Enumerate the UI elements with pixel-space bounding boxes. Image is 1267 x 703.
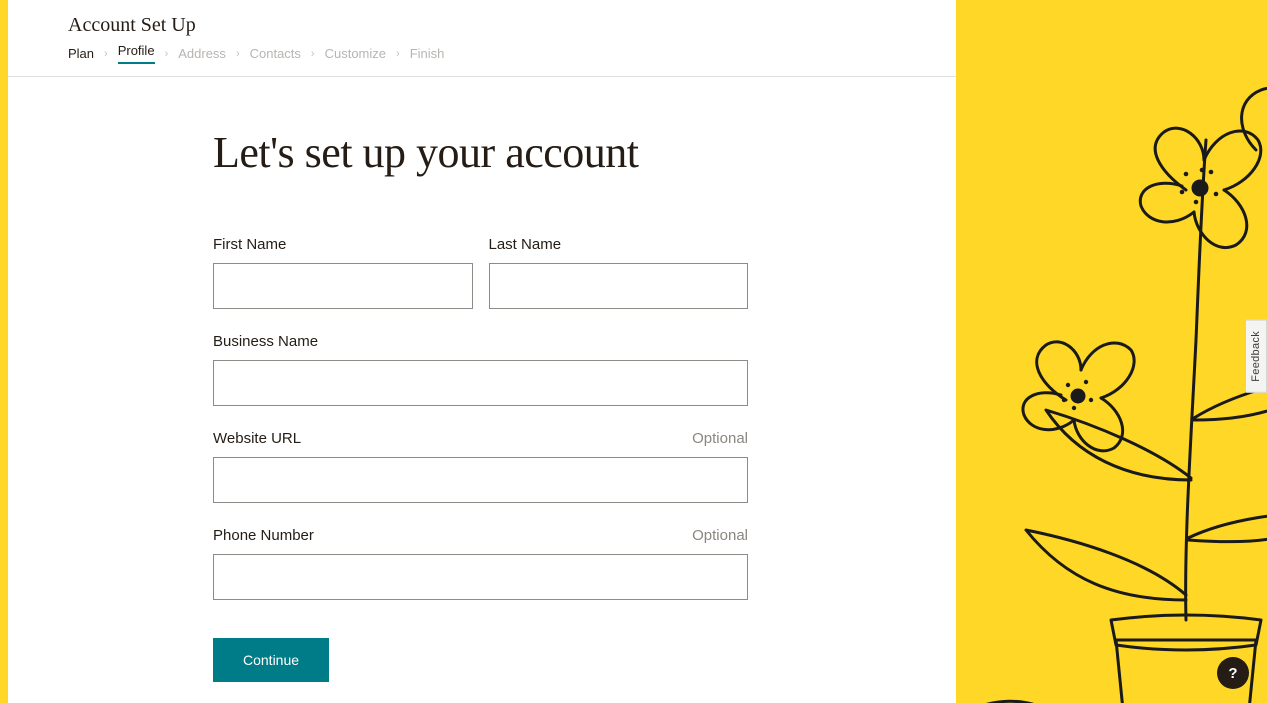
feedback-tab[interactable]: Feedback (1246, 320, 1267, 393)
business-name-label: Business Name (213, 333, 318, 350)
header: Account Set Up Plan › Profile › Address … (8, 0, 956, 77)
chevron-right-icon: › (396, 48, 400, 60)
illustration-panel (956, 0, 1267, 703)
breadcrumb-step-customize: Customize (325, 46, 386, 61)
content: Let's set up your account First Name Las… (8, 77, 768, 682)
continue-button[interactable]: Continue (213, 638, 329, 682)
chevron-right-icon: › (236, 48, 240, 60)
main-panel: Account Set Up Plan › Profile › Address … (8, 0, 956, 703)
first-name-label: First Name (213, 236, 286, 253)
phone-number-label: Phone Number (213, 527, 314, 544)
breadcrumb-step-plan[interactable]: Plan (68, 46, 94, 61)
phone-number-input[interactable] (213, 554, 748, 600)
chevron-right-icon: › (311, 48, 315, 60)
last-name-label: Last Name (489, 236, 562, 253)
chevron-right-icon: › (104, 48, 108, 60)
first-name-input[interactable] (213, 263, 473, 309)
breadcrumb-step-finish: Finish (410, 46, 445, 61)
help-button[interactable]: ? (1217, 657, 1249, 689)
website-url-optional: Optional (692, 430, 748, 447)
chevron-right-icon: › (165, 48, 169, 60)
header-title: Account Set Up (68, 14, 956, 37)
breadcrumb: Plan › Profile › Address › Contacts › Cu… (68, 43, 956, 64)
breadcrumb-step-profile[interactable]: Profile (118, 43, 155, 64)
page-title: Let's set up your account (213, 127, 768, 178)
phone-number-optional: Optional (692, 527, 748, 544)
breadcrumb-step-contacts: Contacts (250, 46, 301, 61)
last-name-input[interactable] (489, 263, 749, 309)
website-url-label: Website URL (213, 430, 301, 447)
website-url-input[interactable] (213, 457, 748, 503)
flower-illustration-icon (956, 40, 1267, 703)
business-name-input[interactable] (213, 360, 748, 406)
profile-form: First Name Last Name Business Name (213, 236, 748, 682)
breadcrumb-step-address: Address (178, 46, 226, 61)
